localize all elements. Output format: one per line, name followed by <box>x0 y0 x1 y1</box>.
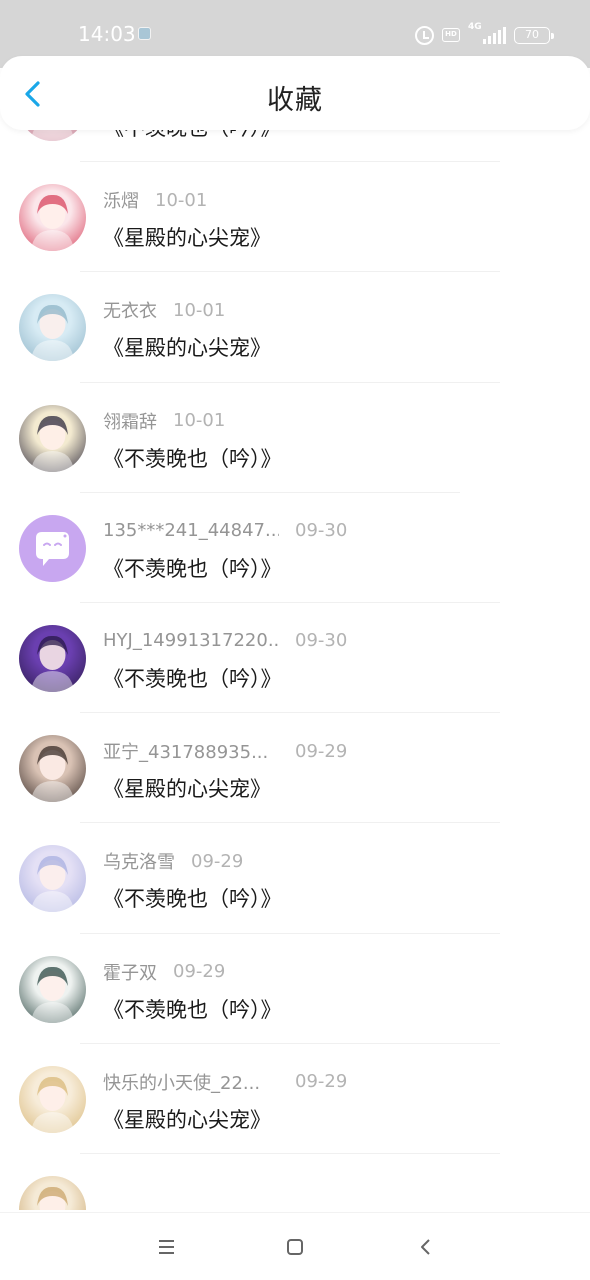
book-title: 《星殿的心尖宠》 <box>103 1107 271 1132</box>
app-notification-icon <box>138 27 151 40</box>
favorite-date: 10-01 <box>173 410 226 432</box>
page-title: 收藏 <box>267 85 323 116</box>
username[interactable]: 翎霜辞 <box>103 408 157 434</box>
anime-girl-purple-avatar[interactable] <box>19 624 86 692</box>
list-item[interactable]: 翎霜辞 10-01 《不羡晚也（吟）》 <box>0 383 590 493</box>
favorite-date: 09-30 <box>295 520 348 542</box>
list-item[interactable]: HYJ_14991317220... 09-30 《不羡晚也（吟）》 <box>0 603 590 714</box>
back-triangle-icon <box>421 1239 430 1255</box>
list-item[interactable]: 135***241_44847... 09-30 《不羡晚也（吟）》 <box>0 493 590 603</box>
book-title: 《星殿的心尖宠》 <box>103 226 271 251</box>
home-button[interactable] <box>281 1233 309 1261</box>
anime-girl-blonde-avatar[interactable] <box>19 1065 86 1133</box>
list-item[interactable]: 快乐的小天使_22... 09-29 《星殿的心尖宠》 <box>0 1044 590 1154</box>
username[interactable]: 135***241_44847... <box>103 520 279 541</box>
item-meta: 乌克洛雪 09-29 <box>103 848 243 874</box>
status-icons: HD 4G 70 <box>415 22 554 47</box>
anime-boy-mask-avatar[interactable] <box>19 955 86 1023</box>
username[interactable]: 乌克洛雪 <box>103 848 175 874</box>
menu-icon <box>159 1240 174 1254</box>
item-meta: 亚宁_431788935... 09-29 <box>103 738 347 764</box>
book-title: 《星殿的心尖宠》 <box>103 336 271 361</box>
book-title: 《不羡晚也（吟）》 <box>103 556 282 581</box>
username[interactable]: 无衣衣 <box>103 297 157 323</box>
list-item[interactable]: 泺熠 10-01 《星殿的心尖宠》 <box>0 162 590 273</box>
username[interactable]: 泺熠 <box>103 187 139 213</box>
signal-icon: 4G <box>468 22 506 46</box>
favorite-date: 09-29 <box>295 1071 348 1093</box>
default-chat-avatar[interactable] <box>19 514 86 582</box>
anime-girl-red-hair-avatar[interactable] <box>19 184 86 252</box>
favorite-date: 09-30 <box>295 630 348 652</box>
item-meta: 霍子双 09-29 <box>103 959 225 985</box>
book-title: 《不羡晚也（吟）》 <box>103 887 282 912</box>
item-meta: 快乐的小天使_22... 09-29 <box>103 1069 347 1095</box>
home-square-icon <box>287 1239 303 1255</box>
list-item[interactable]: 亚宁_431788935... 09-29 《星殿的心尖宠》 <box>0 713 590 824</box>
book-title: 《不羡晚也（吟）》 <box>103 997 282 1022</box>
network-type-label: 4G <box>468 22 482 32</box>
book-title: 《不羡晚也（吟）》 <box>103 666 282 691</box>
alarm-icon <box>415 25 434 45</box>
status-time: 14:03 <box>78 22 136 46</box>
system-nav-bar <box>0 1212 590 1280</box>
anime-girl-partial-avatar[interactable] <box>19 1175 86 1210</box>
anime-girl-lilac-avatar[interactable] <box>19 845 86 913</box>
list-item[interactable] <box>0 1154 590 1210</box>
item-meta: 泺熠 10-01 <box>103 187 207 213</box>
username[interactable]: 霍子双 <box>103 959 157 985</box>
item-meta: HYJ_14991317220... 09-30 <box>103 628 347 654</box>
menu-button[interactable] <box>152 1233 180 1261</box>
battery-icon: 70 <box>514 26 554 44</box>
anime-pair-avatar[interactable] <box>19 404 86 472</box>
username[interactable]: 快乐的小天使_22... <box>103 1069 279 1095</box>
username[interactable]: 亚宁_431788935... <box>103 738 279 764</box>
favorite-date: 09-29 <box>173 961 226 982</box>
list-item[interactable]: 霍子双 09-29 《不羡晚也（吟）》 <box>0 934 590 1044</box>
favorite-date: 09-29 <box>295 740 348 762</box>
system-back-button[interactable] <box>412 1233 440 1261</box>
favorites-list: 《不羡晚也（吟）》泺熠 10-01 《星殿的心尖宠》无衣衣 10-01 《星殿的心尖宠》… <box>0 82 590 1210</box>
favorite-date: 09-29 <box>191 850 244 872</box>
username[interactable]: HYJ_14991317220... <box>103 630 279 651</box>
item-meta: 无衣衣 10-01 <box>103 297 225 323</box>
nav-header: 收藏 <box>0 56 590 130</box>
item-meta: 135***241_44847... 09-30 <box>103 518 347 544</box>
item-meta: 翎霜辞 10-01 <box>103 408 225 434</box>
favorite-date: 10-01 <box>173 299 226 321</box>
anime-girl-white-avatar[interactable] <box>19 294 86 362</box>
book-title: 《不羡晚也（吟）》 <box>103 446 282 471</box>
list-item[interactable]: 乌克洛雪 09-29 《不羡晚也（吟）》 <box>0 823 590 934</box>
book-title: 《星殿的心尖宠》 <box>103 777 271 802</box>
hd-icon: HD <box>442 28 460 42</box>
list-item[interactable]: 无衣衣 10-01 《星殿的心尖宠》 <box>0 272 590 383</box>
favorite-date: 10-01 <box>155 189 208 211</box>
woman-portrait-avatar[interactable] <box>19 735 86 803</box>
